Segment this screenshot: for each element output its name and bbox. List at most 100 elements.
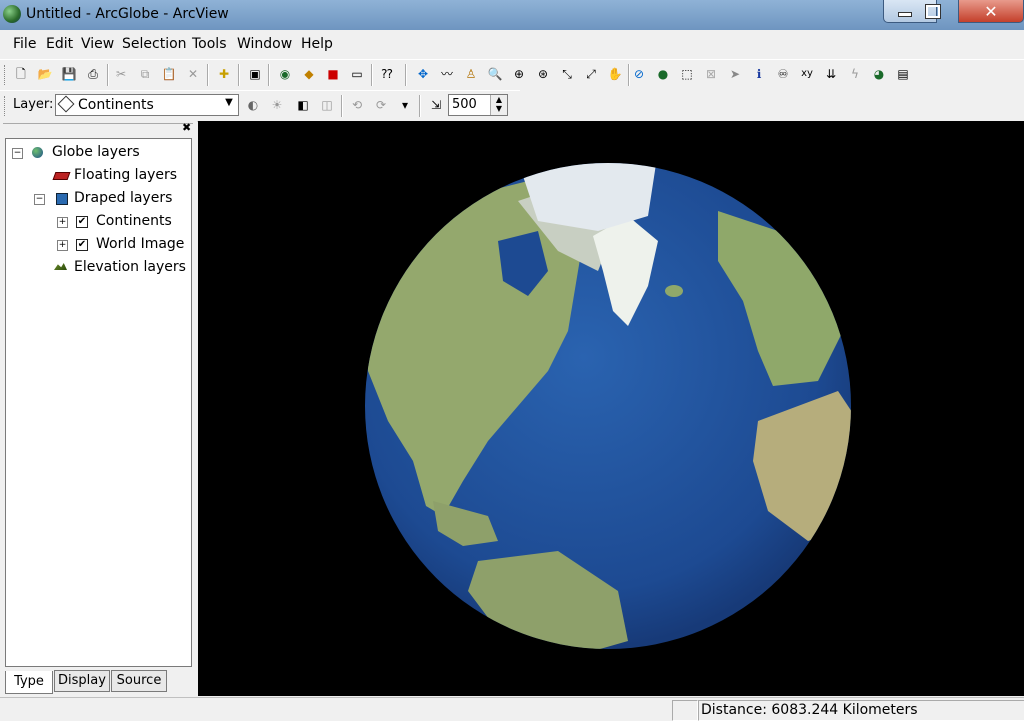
layer-dropdown-value: Continents [78, 97, 154, 113]
globe-viewport[interactable] [198, 121, 1024, 696]
distance-readout: Distance: 6083.244 Kilometers [698, 700, 1024, 721]
zoom-in-icon[interactable]: ⤡ [559, 66, 575, 82]
status-bar: Distance: 6083.244 Kilometers [0, 697, 1024, 721]
whats-this-icon[interactable]: ⁇ [379, 66, 395, 82]
target-icon[interactable]: ⊕ [511, 66, 527, 82]
full-screen-icon[interactable]: ▣ [247, 66, 263, 82]
paste-icon[interactable]: 📋 [161, 66, 177, 82]
toolbar-grip[interactable] [4, 65, 7, 85]
layer-diamond-icon [57, 95, 75, 113]
notes-icon[interactable]: ▤ [895, 66, 911, 82]
globe-icon [32, 147, 43, 158]
xy-icon[interactable]: xy [799, 66, 815, 82]
scale-value[interactable]: 500 [452, 97, 477, 112]
expand-icon[interactable]: + [57, 240, 68, 251]
menu-file[interactable]: File [13, 36, 36, 52]
tree-label: World Image [96, 236, 185, 252]
menu-edit[interactable]: Edit [46, 36, 73, 52]
arctoolbox-icon[interactable]: ■ [325, 66, 341, 82]
refresh-icon[interactable]: ⟳ [373, 97, 389, 113]
menu-window[interactable]: Window [237, 36, 292, 52]
menu-bar: File Edit View Selection Tools Window He… [0, 30, 1024, 58]
lighting-icon[interactable]: ☀ [269, 97, 285, 113]
collapse-icon[interactable]: − [12, 148, 23, 159]
expand-icon[interactable]: + [57, 217, 68, 228]
zoom-target-icon[interactable]: ⊛ [535, 66, 551, 82]
menu-help[interactable]: Help [301, 36, 333, 52]
zoom-in-out-icon[interactable]: 🔍 [487, 66, 503, 82]
tree-label: Floating layers [74, 167, 178, 183]
close-button[interactable]: ✕ [958, 0, 1024, 23]
scale-spinner[interactable]: 500 ▲ ▼ [448, 94, 508, 116]
layer-label: Layer: [13, 97, 54, 112]
polar-ice [518, 163, 658, 231]
navigate-icon[interactable]: ✥ [415, 66, 431, 82]
tree-label: Elevation layers [74, 259, 186, 275]
tree-label: Draped layers [74, 190, 173, 206]
measure-icon[interactable]: ⇊ [823, 66, 839, 82]
tab-type[interactable]: Type [5, 671, 53, 694]
add-data-icon[interactable]: ✚ [216, 66, 232, 82]
title-bar: Untitled - ArcGlobe - ArcView ✕ [0, 0, 1024, 30]
draped-layers-icon [56, 193, 68, 205]
animation-icon[interactable]: ◕ [871, 66, 887, 82]
layer-dropdown[interactable]: Continents ▼ [55, 94, 239, 116]
clear-select-icon[interactable]: ⊠ [703, 66, 719, 82]
save-icon[interactable]: 💾 [61, 66, 77, 82]
menu-selection[interactable]: Selection [122, 36, 187, 52]
rotate-icon[interactable]: ⟲ [349, 97, 365, 113]
layer-priority-icon[interactable]: ◧ [295, 97, 311, 113]
copy-icon[interactable]: ⧉ [137, 66, 153, 82]
standard-toolbar: 🗋 📂 💾 ⎙ ✂ ⧉ 📋 ✕ ✚ ▣ ◉ ◆ ■ ▭ ⁇ ✥ 〰 ♙ 🔍 ⊕ … [0, 59, 1024, 91]
cut-icon[interactable]: ✂ [113, 66, 129, 82]
status-cell [672, 700, 698, 721]
iceland [665, 285, 683, 297]
chevron-down-icon[interactable]: ▼ [222, 97, 236, 111]
menu-tools[interactable]: Tools [192, 36, 227, 52]
minimize-button[interactable] [883, 0, 941, 23]
floating-layers-icon [52, 172, 71, 180]
zoom-out-icon[interactable]: ⤢ [583, 66, 599, 82]
pan-icon[interactable]: ✋ [607, 66, 623, 82]
continents-checkbox[interactable]: ✔ [76, 216, 88, 228]
elevation-layers-icon [54, 263, 67, 270]
find-icon[interactable]: ♾ [775, 66, 791, 82]
fly-icon[interactable]: 〰 [439, 66, 455, 82]
swipe-icon[interactable]: ◫ [319, 97, 335, 113]
spinner-buttons[interactable]: ▲ ▼ [490, 95, 507, 115]
toolbar-grip[interactable] [4, 96, 7, 116]
minimize-icon [898, 12, 912, 17]
menu-view[interactable]: View [81, 36, 114, 52]
maximize-icon[interactable] [925, 4, 941, 19]
dropdown-icon[interactable]: ▾ [397, 97, 413, 113]
delete-icon[interactable]: ✕ [185, 66, 201, 82]
window-icon[interactable]: ▭ [349, 66, 365, 82]
close-icon: ✕ [984, 1, 998, 21]
pointer-icon[interactable]: ➤ [727, 66, 743, 82]
hyperlink-icon[interactable]: ϟ [847, 66, 863, 82]
tree-label: Globe layers [52, 144, 140, 160]
full-extent-icon[interactable]: ⊘ [631, 66, 647, 82]
globe-properties-icon[interactable]: ◉ [277, 66, 293, 82]
close-icon[interactable]: ✖ [182, 121, 191, 134]
layer-icon[interactable]: ◆ [301, 66, 317, 82]
identify-icon[interactable]: ℹ [751, 66, 767, 82]
toc-header [3, 123, 193, 134]
globe-view[interactable] [198, 121, 1024, 696]
collapse-icon[interactable]: − [34, 194, 45, 205]
window-title: Untitled - ArcGlobe - ArcView [26, 6, 229, 22]
open-icon[interactable]: 📂 [37, 66, 53, 82]
globe-icon[interactable]: ● [655, 66, 671, 82]
select-icon[interactable]: ⬚ [679, 66, 695, 82]
transparency-icon[interactable]: ◐ [245, 97, 261, 113]
new-icon[interactable]: 🗋 [13, 66, 29, 82]
layer-tree: − Globe layers Floating layers − Draped … [5, 138, 192, 667]
tab-source[interactable]: Source [111, 670, 167, 692]
table-of-contents: ✖ − Globe layers Floating layers − Drape… [0, 121, 197, 696]
observer-icon[interactable]: ♙ [463, 66, 479, 82]
arcglobe-app-icon[interactable] [3, 5, 21, 23]
tab-display[interactable]: Display [54, 670, 110, 692]
print-icon[interactable]: ⎙ [85, 66, 101, 82]
tree-label: Continents [96, 213, 172, 229]
world-image-checkbox[interactable]: ✔ [76, 239, 88, 251]
